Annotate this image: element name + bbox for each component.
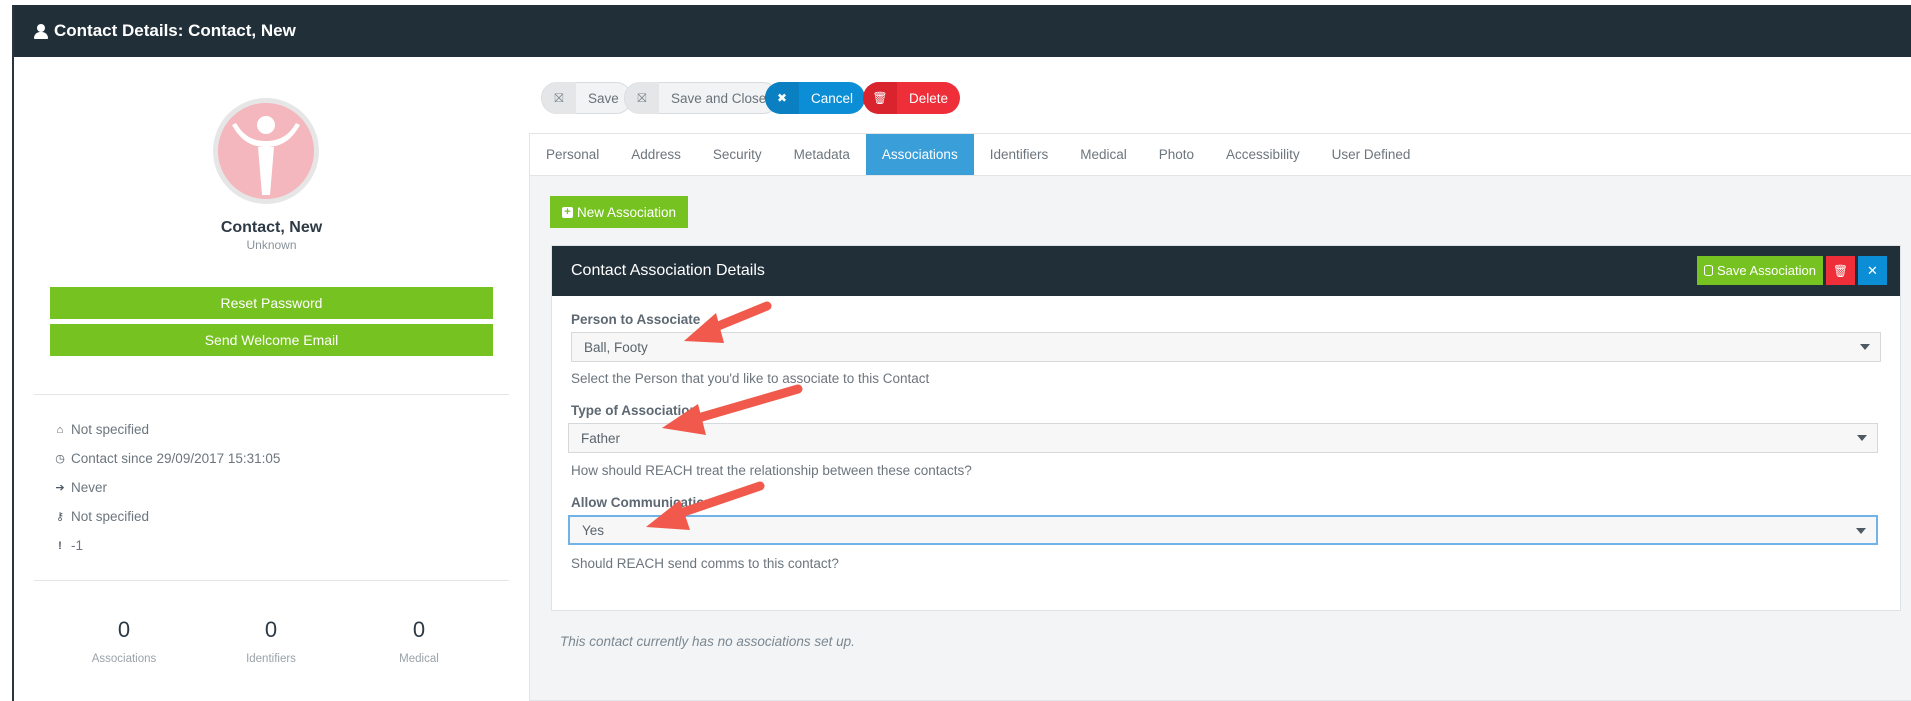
info-flag-text: -1	[71, 538, 84, 553]
chevron-down-icon	[1857, 435, 1867, 441]
tab-bar: Personal Address Security Metadata Assoc…	[530, 134, 1911, 176]
info-last-login-text: Never	[71, 480, 108, 495]
window-titlebar: Contact Details: Contact, New	[14, 5, 1911, 57]
chevron-down-icon	[1856, 528, 1866, 534]
stat-label: Identifiers	[246, 653, 296, 665]
no-associations-message: This contact currently has no associatio…	[560, 634, 855, 649]
save-association-button[interactable]: Save Association	[1696, 256, 1823, 285]
divider	[34, 394, 509, 395]
info-address: ⌂ Not specified	[52, 422, 149, 437]
plus-icon: +	[562, 206, 573, 218]
tab-photo[interactable]: Photo	[1143, 134, 1210, 175]
chevron-down-icon	[1860, 344, 1870, 350]
tab-container: Personal Address Security Metadata Assoc…	[529, 133, 1911, 701]
info-flag: ! -1	[52, 538, 83, 553]
card-title: Contact Association Details	[571, 262, 765, 279]
type-of-association-value: Father	[581, 430, 621, 446]
key-icon: ⚷	[55, 511, 65, 523]
tab-identifiers[interactable]: Identifiers	[974, 134, 1065, 175]
info-contact-since-text: Contact since 29/09/2017 15:31:05	[71, 451, 281, 466]
stat-value: 0	[412, 617, 426, 642]
trash-icon: 🗑	[863, 82, 897, 114]
person-to-associate-help: Select the Person that you'd like to ass…	[571, 371, 930, 386]
sign-in-icon: ➔	[55, 482, 65, 494]
allow-communication-select[interactable]: Yes	[568, 515, 1878, 545]
info-contact-since: ◷ Contact since 29/09/2017 15:31:05	[52, 451, 280, 466]
type-of-association-help: How should REACH treat the relationship …	[571, 463, 972, 478]
type-of-association-label: Type of Association	[571, 403, 698, 418]
allow-communication-help: Should REACH send comms to this contact?	[571, 556, 839, 571]
profile-panel: Contact, New Unknown Reset Password Send…	[14, 57, 529, 701]
person-to-associate-label: Person to Associate	[571, 312, 701, 327]
new-association-button[interactable]: + New Association	[550, 196, 689, 228]
exclamation-icon: !	[58, 539, 62, 552]
info-key-text: Not specified	[71, 509, 150, 524]
profile-name: Contact, New	[220, 219, 323, 236]
stat-label: Associations	[91, 653, 157, 665]
type-of-association-select[interactable]: Father	[568, 423, 1878, 453]
stat-label: Medical	[399, 653, 439, 665]
tab-security[interactable]: Security	[697, 134, 778, 175]
delete-association-button[interactable]: 🗑	[1826, 256, 1855, 285]
allow-communication-value: Yes	[582, 522, 605, 538]
save-button[interactable]: ⛝ Save	[541, 82, 632, 114]
window-title: Contact Details: Contact, New	[54, 21, 296, 40]
stat-identifiers: 0 Identifiers	[201, 617, 341, 665]
tab-accessibility[interactable]: Accessibility	[1210, 134, 1316, 175]
home-icon: ⌂	[56, 423, 64, 436]
tab-user-defined[interactable]: User Defined	[1316, 134, 1427, 175]
person-to-associate-select[interactable]: Ball, Footy	[571, 332, 1881, 362]
close-icon: ✖	[765, 82, 799, 114]
info-last-login: ➔ Never	[52, 480, 107, 495]
delete-button-label: Delete	[909, 90, 949, 106]
cancel-button-label: Cancel	[811, 90, 854, 106]
main-content: ⛝ Save ⛝ Save and Close ✖ Cancel 🗑 Delet…	[529, 57, 1911, 701]
database-icon: ⛝	[625, 82, 659, 114]
save-and-close-button[interactable]: ⛝ Save and Close	[624, 82, 780, 114]
person-logo-icon	[218, 103, 314, 199]
stat-value: 0	[117, 617, 131, 642]
tab-associations[interactable]: Associations	[865, 134, 974, 175]
clock-icon: ◷	[55, 453, 65, 465]
database-icon: ⛝	[542, 82, 576, 114]
save-and-close-label: Save and Close	[671, 90, 767, 106]
tab-medical[interactable]: Medical	[1064, 134, 1143, 175]
info-key: ⚷ Not specified	[52, 509, 149, 524]
delete-button[interactable]: 🗑 Delete	[863, 82, 961, 114]
close-icon: ✕	[1867, 262, 1878, 278]
new-association-label: New Association	[577, 204, 677, 220]
stat-value: 0	[264, 617, 278, 642]
save-button-label: Save	[588, 90, 619, 106]
database-icon	[1703, 265, 1713, 276]
send-welcome-email-button[interactable]: Send Welcome Email	[50, 324, 493, 356]
profile-subtitle: Unknown	[246, 238, 297, 252]
stat-associations: 0 Associations	[54, 617, 194, 665]
tab-address[interactable]: Address	[615, 134, 697, 175]
close-association-button[interactable]: ✕	[1858, 256, 1887, 285]
person-to-associate-value: Ball, Footy	[584, 339, 648, 355]
divider	[34, 580, 509, 581]
save-association-label: Save Association	[1716, 263, 1816, 278]
tab-personal[interactable]: Personal	[530, 134, 615, 175]
contact-details-window: Contact Details: Contact, New Contact, N…	[12, 5, 1911, 701]
cancel-button[interactable]: ✖ Cancel	[765, 82, 866, 114]
allow-communication-label: Allow Communication	[571, 495, 713, 510]
avatar	[213, 98, 319, 204]
association-details-card: Contact Association Details Save Associa…	[551, 245, 1901, 611]
stat-medical: 0 Medical	[349, 617, 489, 665]
reset-password-button[interactable]: Reset Password	[50, 287, 493, 319]
tab-metadata[interactable]: Metadata	[778, 134, 866, 175]
trash-icon: 🗑	[1832, 263, 1849, 278]
info-address-text: Not specified	[71, 422, 150, 437]
user-icon	[34, 23, 48, 39]
